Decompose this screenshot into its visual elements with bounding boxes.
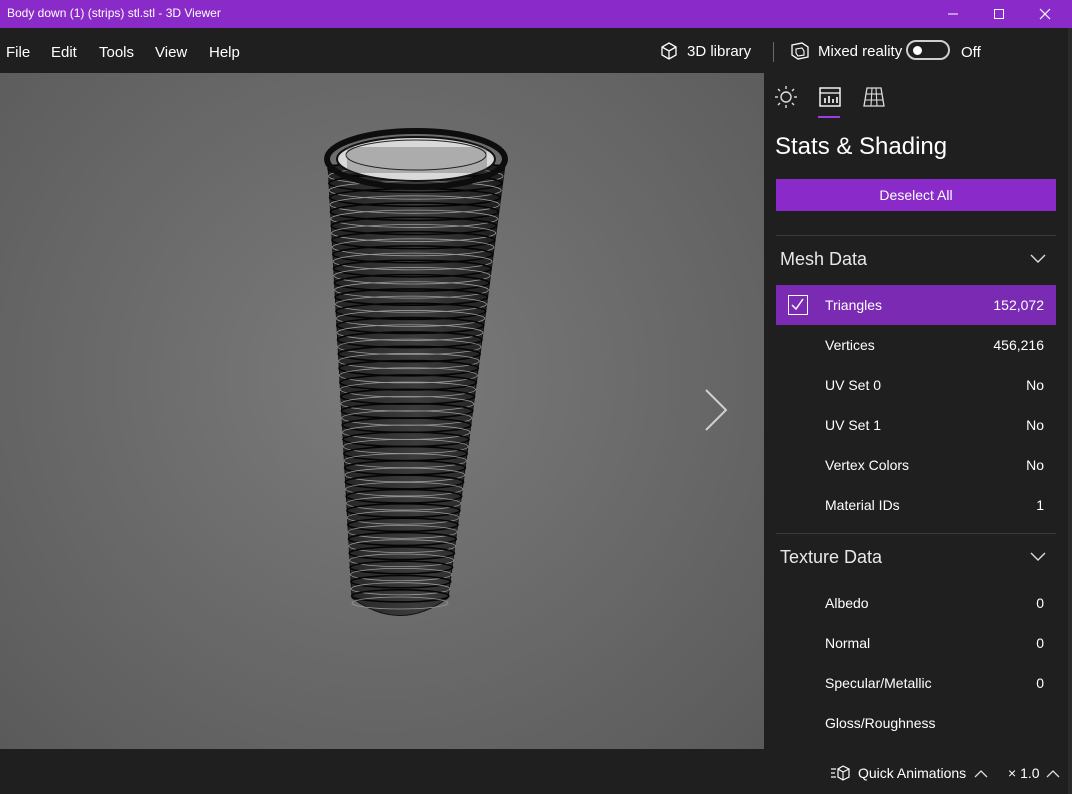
menu-tools[interactable]: Tools bbox=[99, 44, 134, 61]
active-tab-indicator bbox=[818, 116, 840, 118]
chevron-up-icon bbox=[974, 769, 988, 777]
texture-row-gloss-roughness[interactable]: Gloss/Roughness bbox=[776, 703, 1056, 743]
section-divider bbox=[776, 235, 1056, 236]
sun-icon[interactable] bbox=[774, 85, 798, 109]
maximize-button[interactable] bbox=[976, 0, 1022, 28]
chevron-down-icon[interactable] bbox=[1030, 254, 1046, 264]
row-label: UV Set 1 bbox=[825, 417, 882, 433]
wireframe-model[interactable] bbox=[0, 73, 764, 749]
mesh-row-material-ids[interactable]: Material IDs 1 bbox=[776, 485, 1056, 525]
menu-bar: File Edit Tools View Help 3D library Mix… bbox=[0, 28, 1068, 73]
toggle-knob bbox=[913, 46, 922, 55]
grid-icon[interactable] bbox=[862, 85, 886, 109]
menu-view[interactable]: View bbox=[155, 44, 187, 61]
row-value: No bbox=[1026, 377, 1044, 393]
row-value: No bbox=[1026, 457, 1044, 473]
stats-chart-icon[interactable] bbox=[818, 85, 842, 109]
quick-animations-label: Quick Animations bbox=[858, 765, 967, 781]
mesh-row-vertex-colors[interactable]: Vertex Colors No bbox=[776, 445, 1056, 485]
triangles-checkbox[interactable] bbox=[788, 295, 808, 315]
mesh-data-header[interactable]: Mesh Data bbox=[780, 249, 867, 270]
window-edge bbox=[1068, 28, 1072, 794]
menu-edit[interactable]: Edit bbox=[51, 44, 77, 61]
deselect-all-button[interactable]: Deselect All bbox=[776, 179, 1056, 211]
menu-help[interactable]: Help bbox=[209, 44, 240, 61]
row-value: 1 bbox=[1036, 497, 1044, 513]
maximize-icon bbox=[994, 9, 1004, 19]
3d-viewport[interactable] bbox=[0, 73, 764, 749]
row-value: No bbox=[1026, 417, 1044, 433]
menu-separator bbox=[773, 42, 774, 62]
checkmark-icon bbox=[791, 298, 804, 311]
quick-animations-button[interactable]: Quick Animations bbox=[830, 765, 988, 781]
row-label: Vertices bbox=[825, 337, 875, 353]
row-value: 0 bbox=[1036, 595, 1044, 611]
cube-icon bbox=[661, 42, 677, 60]
speed-label: × 1.0 bbox=[1008, 765, 1040, 781]
row-label: Normal bbox=[825, 635, 871, 651]
row-label: Albedo bbox=[825, 595, 869, 611]
mixed-reality-label: Mixed reality bbox=[818, 42, 903, 60]
chevron-up-icon bbox=[1046, 769, 1059, 777]
stats-panel: Stats & Shading Deselect All Mesh Data T… bbox=[764, 73, 1068, 749]
section-divider bbox=[776, 533, 1056, 534]
row-label: UV Set 0 bbox=[825, 377, 882, 393]
panel-tabs bbox=[764, 73, 1068, 121]
row-label: Triangles bbox=[825, 297, 883, 313]
texture-row-specular-metallic[interactable]: Specular/Metallic 0 bbox=[776, 663, 1056, 703]
mixed-reality-toggle[interactable] bbox=[906, 40, 950, 60]
mixed-reality-button[interactable]: Mixed reality bbox=[790, 41, 902, 61]
window-title: Body down (1) (strips) stl.stl - 3D View… bbox=[7, 6, 221, 20]
minimize-button[interactable] bbox=[930, 0, 976, 28]
toggle-state-label: Off bbox=[961, 44, 981, 61]
texture-row-normal[interactable]: Normal 0 bbox=[776, 623, 1056, 663]
mesh-row-uv-set-1[interactable]: UV Set 1 No bbox=[776, 405, 1056, 445]
row-label: Vertex Colors bbox=[825, 457, 910, 473]
speed-control[interactable]: × 1.0 bbox=[1008, 765, 1060, 781]
minimize-icon bbox=[948, 13, 958, 15]
3d-library-label: 3D library bbox=[687, 42, 752, 60]
3d-library-button[interactable]: 3D library bbox=[659, 41, 751, 61]
menu-file[interactable]: File bbox=[6, 44, 30, 61]
close-icon bbox=[1039, 8, 1051, 20]
panel-title: Stats & Shading bbox=[775, 133, 948, 160]
row-label: Material IDs bbox=[825, 497, 900, 513]
mesh-row-vertices[interactable]: Vertices 456,216 bbox=[776, 325, 1056, 365]
row-label: Specular/Metallic bbox=[825, 675, 932, 691]
texture-row-albedo[interactable]: Albedo 0 bbox=[776, 583, 1056, 623]
mesh-row-uv-set-0[interactable]: UV Set 0 No bbox=[776, 365, 1056, 405]
row-value: 0 bbox=[1036, 635, 1044, 651]
row-label: Gloss/Roughness bbox=[825, 715, 936, 731]
chevron-right-icon[interactable] bbox=[700, 388, 730, 432]
mesh-row-triangles[interactable]: Triangles 152,072 bbox=[776, 285, 1056, 325]
texture-data-header[interactable]: Texture Data bbox=[780, 547, 882, 568]
row-value: 152,072 bbox=[993, 297, 1044, 313]
chevron-down-icon[interactable] bbox=[1030, 552, 1046, 562]
title-bar: Body down (1) (strips) stl.stl - 3D View… bbox=[0, 0, 1072, 28]
mixed-reality-icon bbox=[791, 42, 809, 60]
row-value: 0 bbox=[1036, 675, 1044, 691]
animation-cube-icon bbox=[831, 765, 850, 781]
close-button[interactable] bbox=[1022, 0, 1068, 28]
bottom-bar: Quick Animations × 1.0 bbox=[0, 749, 1068, 794]
row-value: 456,216 bbox=[993, 337, 1044, 353]
